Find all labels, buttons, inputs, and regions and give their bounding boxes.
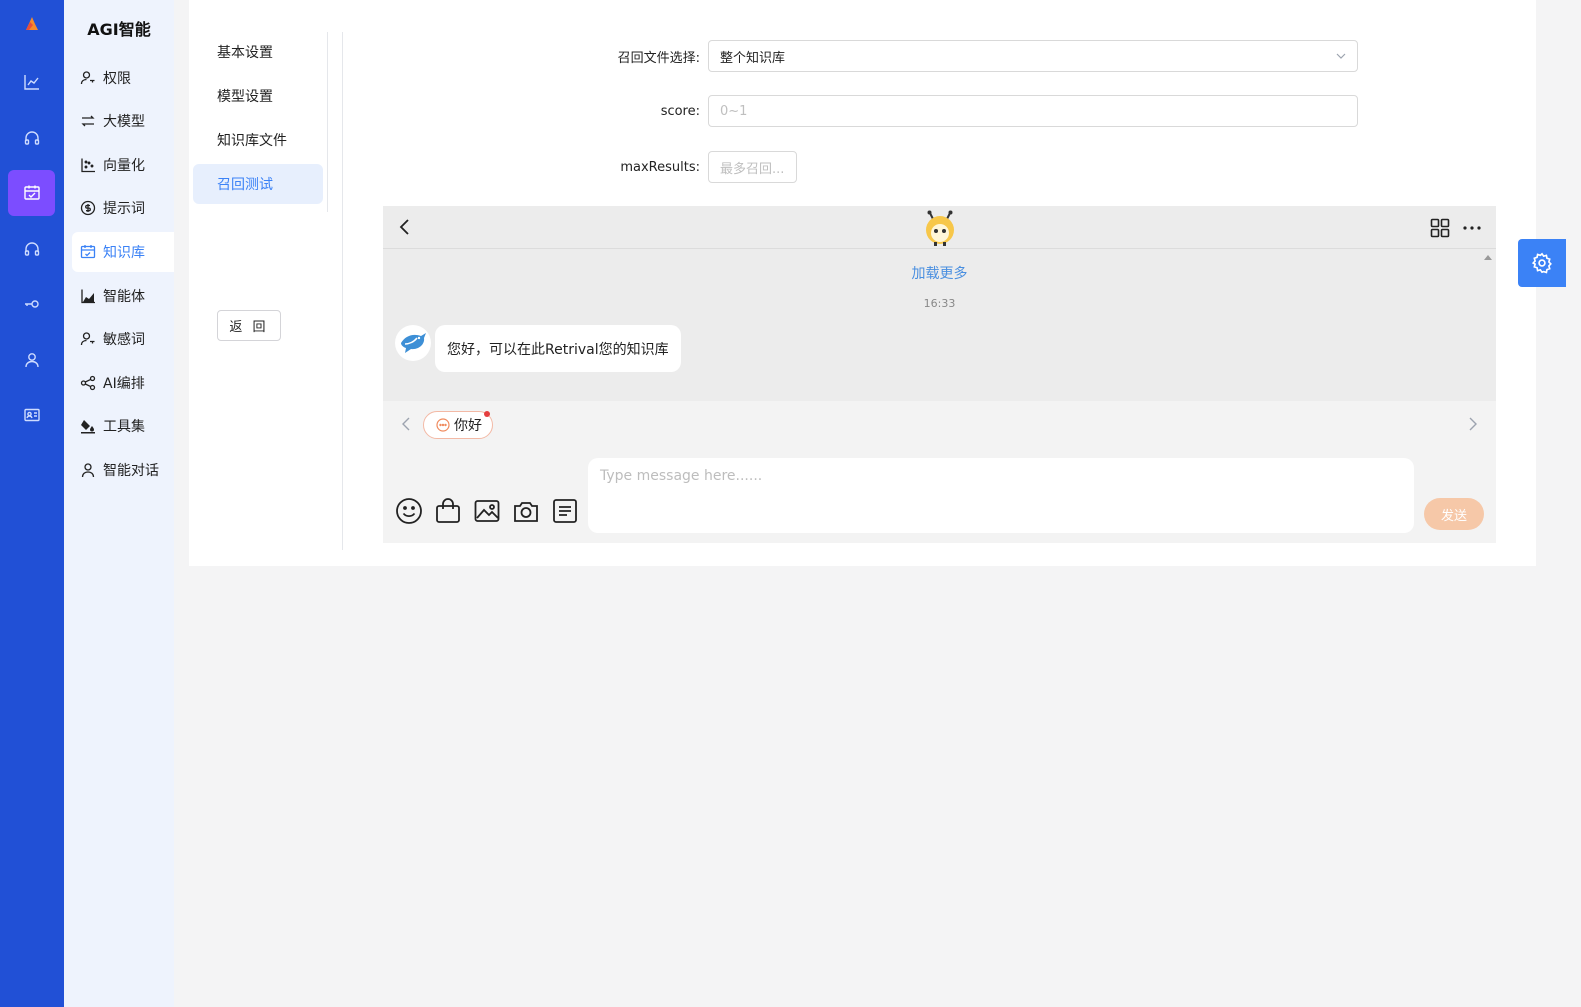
share-icon bbox=[80, 375, 96, 391]
dollar-circle-icon bbox=[80, 200, 96, 216]
menu-item-sensitive-words[interactable]: 敏感词 bbox=[72, 319, 174, 359]
tab-recall-test[interactable]: 召回测试 bbox=[193, 164, 323, 204]
menu-item-label: 大模型 bbox=[103, 114, 145, 130]
image-icon[interactable] bbox=[473, 497, 501, 525]
settings-subnav: 基本设置 模型设置 知识库文件 召回测试 bbox=[193, 32, 343, 208]
quick-reply-chip[interactable]: 你好 bbox=[423, 411, 493, 439]
menu-item-toolset[interactable]: 工具集 bbox=[72, 406, 174, 446]
grid-icon[interactable] bbox=[1430, 218, 1450, 238]
user-key-icon bbox=[80, 70, 96, 86]
menu-item-label: 工具集 bbox=[103, 419, 145, 435]
chevron-right-icon[interactable] bbox=[1468, 417, 1478, 431]
max-results-input[interactable]: 最多召回... bbox=[708, 151, 797, 183]
recall-file-select[interactable]: 整个知识库 bbox=[708, 40, 1358, 72]
area-chart-icon bbox=[80, 288, 96, 304]
chat-bubble-icon bbox=[436, 418, 450, 432]
app-brand: AGI智能 bbox=[87, 20, 151, 39]
menu-item-label: 智能体 bbox=[103, 289, 145, 305]
rail-idcard-icon[interactable] bbox=[8, 392, 55, 438]
app-logo-icon[interactable] bbox=[0, 0, 64, 50]
menu-item-agents[interactable]: 智能体 bbox=[72, 276, 174, 316]
message-time: 16:33 bbox=[923, 297, 956, 310]
score-input[interactable]: 0~1 bbox=[708, 95, 1358, 127]
rail-calendar-icon[interactable] bbox=[8, 170, 55, 216]
tab-model-settings[interactable]: 模型设置 bbox=[193, 76, 323, 116]
arrows-icon bbox=[80, 113, 96, 129]
icon-rail bbox=[0, 0, 64, 1007]
rail-key-icon[interactable] bbox=[8, 281, 55, 327]
user-icon bbox=[80, 462, 96, 478]
menu-item-llm[interactable]: 大模型 bbox=[72, 101, 174, 141]
scroll-up-icon[interactable] bbox=[1484, 254, 1492, 260]
user-key-icon bbox=[80, 331, 96, 347]
send-button[interactable]: 发送 bbox=[1424, 498, 1484, 530]
menu-item-prompts[interactable]: 提示词 bbox=[72, 188, 174, 228]
notification-dot bbox=[484, 411, 490, 417]
composer-toolbar bbox=[395, 497, 579, 525]
rail-user-icon[interactable] bbox=[8, 337, 55, 383]
chevron-down-icon bbox=[1336, 53, 1346, 59]
chat-header bbox=[383, 206, 1496, 249]
max-results-row: maxResults: 最多召回... bbox=[539, 151, 797, 183]
max-results-label: maxResults: bbox=[620, 159, 700, 175]
menu-item-label: 敏感词 bbox=[103, 332, 145, 348]
chevron-left-icon[interactable] bbox=[401, 417, 411, 431]
menu-item-knowledge-base[interactable]: 知识库 bbox=[72, 232, 174, 272]
recall-file-label: 召回文件选择: bbox=[617, 50, 700, 66]
recall-file-row: 召回文件选择: 整个知识库 bbox=[539, 40, 1358, 72]
chat-widget: 加载更多 16:33 您好，可以在此Retrival您的知识库 你好 Type … bbox=[383, 206, 1496, 543]
menu-item-label: 智能对话 bbox=[103, 463, 159, 479]
divider bbox=[327, 32, 328, 212]
robot-logo-icon bbox=[926, 210, 954, 246]
chat-composer: 你好 Type message here...... 发送 bbox=[383, 401, 1496, 543]
menu-item-label: 向量化 bbox=[103, 158, 145, 174]
menu-item-label: 权限 bbox=[103, 71, 131, 87]
paint-bucket-icon bbox=[80, 418, 96, 434]
quick-reply-label: 你好 bbox=[454, 418, 482, 434]
tab-knowledge-files[interactable]: 知识库文件 bbox=[193, 120, 323, 160]
load-more-link[interactable]: 加载更多 bbox=[383, 263, 1496, 283]
score-label: score: bbox=[660, 103, 700, 119]
rail-headset-icon[interactable] bbox=[8, 226, 55, 272]
bird-icon bbox=[401, 333, 426, 353]
emoji-icon[interactable] bbox=[395, 497, 423, 525]
rail-chart-icon[interactable] bbox=[8, 59, 55, 105]
bot-avatar bbox=[395, 325, 431, 361]
more-icon[interactable] bbox=[1462, 218, 1482, 238]
rail-headset-icon[interactable] bbox=[8, 115, 55, 161]
tab-basic-settings[interactable]: 基本设置 bbox=[193, 32, 323, 72]
menu-item-label: AI编排 bbox=[103, 376, 145, 392]
menu-item-smart-chat[interactable]: 智能对话 bbox=[72, 450, 174, 490]
recall-file-value: 整个知识库 bbox=[720, 50, 786, 66]
shopping-bag-icon[interactable] bbox=[434, 497, 462, 525]
back-button[interactable]: 返 回 bbox=[217, 310, 281, 341]
settings-button[interactable] bbox=[1518, 239, 1566, 287]
calendar-check-icon bbox=[80, 244, 96, 260]
scatter-icon bbox=[80, 157, 96, 173]
side-menu: AGI智能 权限 大模型 向量化 提示词 知识库 智能体 敏感词 AI编排 工具… bbox=[64, 0, 174, 1007]
menu-item-ai-orchestration[interactable]: AI编排 bbox=[72, 363, 174, 403]
message-input[interactable]: Type message here...... bbox=[588, 458, 1414, 533]
main-panel: 基本设置 模型设置 知识库文件 召回测试 返 回 召回文件选择: 整个知识库 s… bbox=[189, 0, 1536, 566]
menu-item-permissions[interactable]: 权限 bbox=[72, 58, 174, 98]
divider bbox=[342, 32, 343, 550]
score-row: score: 0~1 bbox=[539, 95, 1358, 127]
gear-icon bbox=[1531, 252, 1552, 274]
menu-item-label: 知识库 bbox=[103, 245, 145, 261]
message-bubble: 您好，可以在此Retrival您的知识库 bbox=[435, 325, 681, 372]
document-icon[interactable] bbox=[551, 497, 579, 525]
menu-item-label: 提示词 bbox=[103, 201, 145, 217]
camera-icon[interactable] bbox=[512, 497, 540, 525]
back-arrow-icon[interactable] bbox=[397, 218, 413, 236]
menu-item-vectorize[interactable]: 向量化 bbox=[72, 145, 174, 185]
